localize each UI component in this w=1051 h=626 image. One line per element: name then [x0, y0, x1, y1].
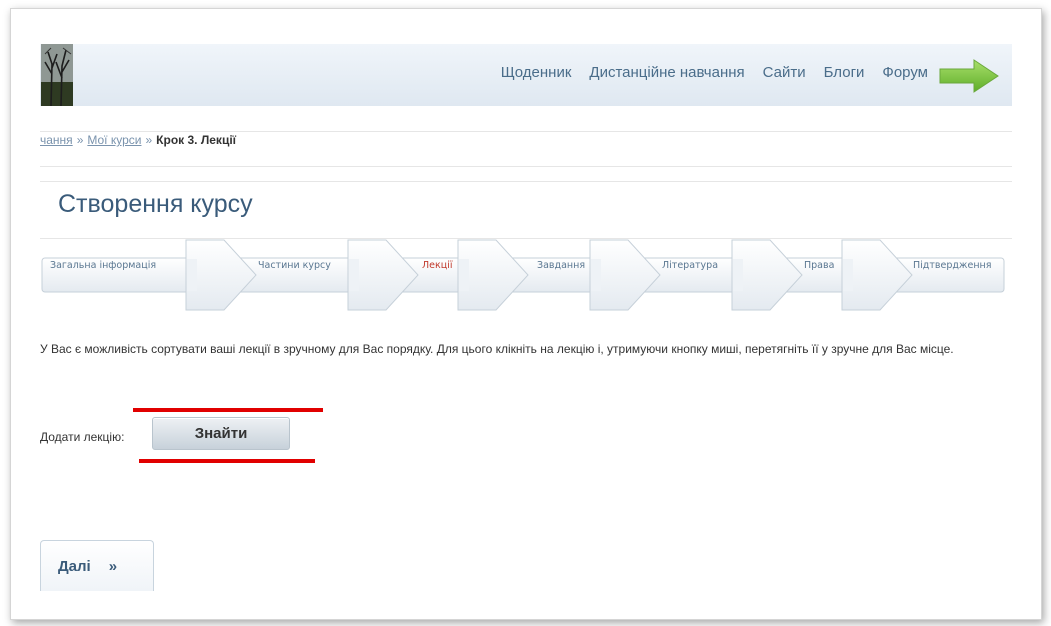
site-logo[interactable]	[41, 44, 73, 106]
nav-item-forum[interactable]: Форум	[882, 64, 928, 81]
next-button[interactable]: Далі »	[40, 540, 154, 591]
nav-item-blogs[interactable]: Блоги	[824, 64, 865, 81]
step-literature[interactable]: Література	[662, 260, 718, 271]
breadcrumb-current: Крок 3. Лекції	[156, 133, 237, 147]
tree-photo-icon	[41, 44, 73, 106]
step-lectures[interactable]: Лекції	[422, 260, 452, 271]
breadcrumb-link-learning[interactable]: чання	[40, 133, 73, 147]
double-chevron-right-icon: »	[108, 557, 118, 575]
breadcrumb-link-my-courses[interactable]: Мої курси	[87, 133, 141, 147]
main-nav: Щоденник Дистанційне навчання Сайти Блог…	[501, 64, 928, 81]
step-rights[interactable]: Права	[804, 260, 834, 271]
next-button-label: Далі	[58, 557, 91, 575]
divider	[40, 131, 1012, 132]
step-tasks[interactable]: Завдання	[537, 260, 585, 271]
green-arrow-right-icon[interactable]	[938, 58, 1000, 94]
divider	[40, 181, 1012, 182]
top-navigation-bar: Щоденник Дистанційне навчання Сайти Блог…	[40, 44, 1012, 106]
breadcrumb: чання» Мої курси» Крок 3. Лекції	[40, 133, 236, 147]
step-confirmation[interactable]: Підтвердження	[913, 260, 991, 271]
nav-item-sites[interactable]: Сайти	[763, 64, 806, 81]
divider	[40, 166, 1012, 167]
nav-item-diary[interactable]: Щоденник	[501, 64, 572, 81]
page-title: Створення курсу	[58, 190, 253, 218]
nav-item-distance-learning[interactable]: Дистанційне навчання	[589, 64, 744, 81]
add-lecture-label: Додати лекцію:	[40, 430, 125, 444]
step-general-info[interactable]: Загальна інформація	[50, 260, 156, 271]
breadcrumb-separator: »	[145, 133, 153, 147]
red-underline-annotation	[133, 408, 323, 412]
step-course-parts[interactable]: Частини курсу	[258, 260, 331, 271]
wizard-steps: Загальна інформація Частини курсу Лекції…	[40, 232, 1015, 314]
wizard-step-labels: Загальна інформація Частини курсу Лекції…	[40, 232, 1008, 314]
sorting-info-text: У Вас є можливість сортувати ваші лекції…	[40, 342, 954, 356]
find-button[interactable]: Знайти	[152, 417, 290, 450]
breadcrumb-separator: »	[76, 133, 84, 147]
red-underline-annotation	[139, 459, 315, 463]
